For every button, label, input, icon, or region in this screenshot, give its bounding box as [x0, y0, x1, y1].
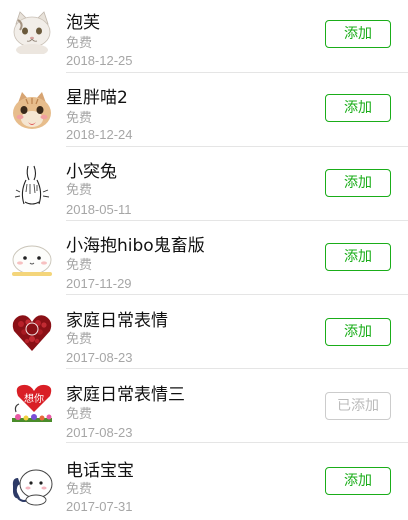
cat-white-icon: [10, 10, 54, 56]
sticker-row-jiating[interactable]: 家庭日常表情 免费 2017-08-23 添加: [0, 296, 408, 370]
cat-orange-icon: [10, 89, 54, 133]
heart-flowers-icon: 想你: [10, 382, 54, 426]
sticker-row-dianhua[interactable]: 电话宝宝 免费 2017-07-31 添加: [0, 444, 408, 518]
sticker-date: 2017-07-31: [66, 499, 133, 514]
sticker-date: 2017-08-23: [66, 350, 133, 365]
divider: [66, 72, 408, 73]
rose-heart-icon: [10, 311, 54, 355]
sticker-title: 小海抱hibo鬼畜版: [66, 236, 205, 256]
sticker-row-xiaotutu[interactable]: 小突兔 免费 2018-05-11 添加: [0, 148, 408, 222]
sticker-price: 免费: [66, 407, 93, 422]
divider: [66, 442, 408, 443]
divider: [66, 146, 408, 147]
add-button[interactable]: 添加: [325, 467, 391, 495]
sticker-price: 免费: [66, 111, 93, 126]
add-button[interactable]: 添加: [325, 20, 391, 48]
sticker-price: 免费: [66, 36, 93, 51]
heart-word: 想你: [24, 392, 44, 405]
sticker-row-jiating-3[interactable]: 想你 家庭日常表情三 免费 2017-08-23 已添加: [0, 370, 408, 444]
sticker-price: 免费: [66, 482, 93, 497]
phone-baby-icon: [10, 464, 54, 508]
add-button[interactable]: 添加: [325, 94, 391, 122]
sticker-row-xiaohaibao[interactable]: 小海抱hibo鬼畜版 免费 2017-11-29 添加: [0, 222, 408, 296]
sticker-date: 2018-05-11: [66, 202, 132, 217]
sticker-price: 免费: [66, 332, 93, 347]
sticker-row-xingpangmiao[interactable]: 星胖喵2 免费 2018-12-24 添加: [0, 74, 408, 148]
divider: [66, 294, 408, 295]
sticker-date: 2017-08-23: [66, 425, 133, 440]
add-button[interactable]: 添加: [325, 243, 391, 271]
sticker-title: 泡芙: [66, 13, 100, 33]
sticker-list: 泡芙 免费 2018-12-25 添加 星胖喵2 免费 2018-12-24 添…: [0, 0, 408, 520]
divider: [66, 368, 408, 369]
added-button[interactable]: 已添加: [325, 392, 391, 420]
divider: [66, 220, 408, 221]
sticker-row-paofu[interactable]: 泡芙 免费 2018-12-25 添加: [0, 0, 408, 74]
rabbit-sketch-icon: [10, 162, 54, 206]
add-button[interactable]: 添加: [325, 169, 391, 197]
sticker-date: 2018-12-24: [66, 127, 133, 142]
add-button[interactable]: 添加: [325, 318, 391, 346]
sticker-date: 2018-12-25: [66, 53, 133, 68]
sticker-date: 2017-11-29: [66, 276, 132, 291]
seal-icon: [10, 236, 54, 280]
sticker-price: 免费: [66, 183, 93, 198]
sticker-price: 免费: [66, 258, 93, 273]
sticker-title: 家庭日常表情三: [66, 385, 185, 405]
sticker-title: 星胖喵2: [66, 88, 128, 108]
